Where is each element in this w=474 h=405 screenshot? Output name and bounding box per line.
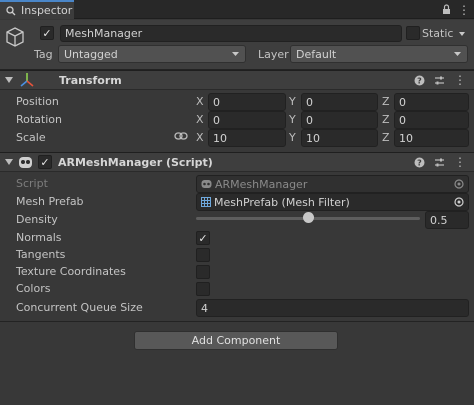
rotation-y-axis: Y (289, 113, 296, 126)
scale-y-value: 10 (306, 131, 320, 145)
position-z-axis: Z (382, 95, 390, 108)
inspector-icon (6, 5, 16, 15)
position-z-value: 0 (399, 95, 406, 109)
scale-x-axis: X (196, 131, 204, 144)
scale-y-axis: Y (289, 131, 296, 144)
script-value: ARMeshManager (215, 177, 308, 191)
foldout-arrow-icon[interactable] (5, 76, 13, 84)
position-label: Position (16, 95, 59, 108)
rotation-z-field[interactable]: 0 (394, 111, 469, 129)
rotation-x-value: 0 (213, 113, 220, 127)
add-component-label: Add Component (191, 334, 281, 347)
foldout-arrow-icon[interactable] (5, 158, 13, 166)
divider (0, 321, 474, 322)
density-slider-thumb[interactable] (302, 212, 314, 223)
svg-text:?: ? (417, 158, 422, 167)
chevron-down-icon (232, 52, 239, 56)
normals-checkbox[interactable]: ✓ (196, 231, 210, 245)
scale-x-field[interactable]: 10 (208, 129, 286, 147)
sliders-icon[interactable] (434, 157, 445, 168)
scale-y-field[interactable]: 10 (301, 129, 378, 147)
add-component-button[interactable]: Add Component (134, 331, 338, 350)
kebab-menu-icon[interactable]: ⋮ (454, 155, 466, 169)
position-y-axis: Y (289, 95, 296, 108)
lock-icon[interactable] (442, 4, 451, 15)
armesh-header[interactable]: ✓ ARMeshManager (Script) ? ⋮ (0, 152, 474, 172)
layer-label: Layer (258, 48, 289, 61)
svg-text:?: ? (417, 76, 422, 85)
position-y-field[interactable]: 0 (301, 93, 378, 111)
position-x-axis: X (196, 95, 204, 108)
object-name: MeshManager (65, 27, 143, 40)
concurrent-queue-size-field[interactable]: 4 (196, 299, 469, 317)
mesh-prefab-label: Mesh Prefab (16, 195, 84, 208)
chevron-down-icon (454, 52, 461, 56)
armesh-enabled-checkbox[interactable]: ✓ (38, 155, 52, 169)
transform-header[interactable]: Transform ? ⋮ (0, 70, 474, 90)
dropdown-arrow-icon[interactable] (456, 28, 468, 40)
script-field: ARMeshManager (196, 175, 469, 193)
position-x-field[interactable]: 0 (208, 93, 286, 111)
layer-dropdown[interactable]: Default (290, 45, 468, 63)
position-y-value: 0 (306, 95, 313, 109)
script-icon (201, 180, 212, 188)
tag-value: Untagged (64, 47, 118, 61)
position-x-value: 0 (213, 95, 220, 109)
colors-label: Colors (16, 282, 51, 295)
rotation-z-axis: Z (382, 113, 390, 126)
object-picker-icon[interactable] (454, 197, 464, 207)
object-picker-icon (454, 179, 464, 189)
rotation-y-value: 0 (306, 113, 313, 127)
concurrent-queue-size-value: 4 (201, 301, 208, 315)
layer-value: Default (296, 47, 337, 61)
kebab-menu-icon[interactable]: ⋮ (454, 73, 466, 87)
cube-icon (6, 27, 24, 47)
normals-label: Normals (16, 231, 62, 244)
scale-label: Scale (16, 131, 46, 144)
mesh-filter-icon (201, 197, 211, 207)
script-label: Script (16, 177, 48, 190)
transform-title: Transform (59, 73, 122, 87)
armesh-title: ARMeshManager (Script) (58, 155, 213, 169)
tab-title: Inspector (21, 4, 73, 17)
texture-coordinates-label: Texture Coordinates (16, 265, 126, 278)
tab-inspector[interactable]: Inspector (0, 0, 74, 19)
rotation-y-field[interactable]: 0 (301, 111, 378, 129)
concurrent-queue-size-label: Concurrent Queue Size (16, 301, 143, 314)
density-value: 0.5 (430, 213, 448, 227)
tangents-checkbox[interactable] (196, 248, 210, 262)
scale-z-field[interactable]: 10 (394, 129, 469, 147)
script-component-icon (19, 156, 32, 168)
texture-coordinates-checkbox[interactable] (196, 265, 210, 279)
rotation-label: Rotation (16, 113, 63, 126)
kebab-menu-icon[interactable]: ⋮ (458, 3, 470, 17)
scale-z-value: 10 (399, 131, 413, 145)
mesh-prefab-field[interactable]: MeshPrefab (Mesh Filter) (196, 193, 469, 211)
rotation-x-axis: X (196, 113, 204, 126)
static-checkbox[interactable] (406, 26, 420, 40)
tag-label: Tag (34, 48, 53, 61)
transform-icon (20, 73, 34, 87)
tab-bar: Inspector ⋮ (0, 0, 474, 19)
link-icon[interactable] (174, 131, 188, 141)
active-checkbox[interactable]: ✓ (40, 26, 54, 40)
colors-checkbox[interactable] (196, 282, 210, 296)
object-name-input[interactable]: MeshManager (60, 25, 402, 42)
density-label: Density (16, 213, 58, 226)
tag-dropdown[interactable]: Untagged (58, 45, 246, 63)
scale-x-value: 10 (213, 131, 227, 145)
rotation-x-field[interactable]: 0 (208, 111, 286, 129)
help-icon[interactable]: ? (414, 75, 425, 86)
tangents-label: Tangents (16, 248, 66, 261)
density-field[interactable]: 0.5 (425, 211, 469, 229)
help-icon[interactable]: ? (414, 157, 425, 168)
mesh-prefab-value: MeshPrefab (Mesh Filter) (214, 195, 350, 209)
static-label: Static (422, 27, 454, 40)
scale-z-axis: Z (382, 131, 390, 144)
position-z-field[interactable]: 0 (394, 93, 469, 111)
rotation-z-value: 0 (399, 113, 406, 127)
sliders-icon[interactable] (434, 75, 445, 86)
